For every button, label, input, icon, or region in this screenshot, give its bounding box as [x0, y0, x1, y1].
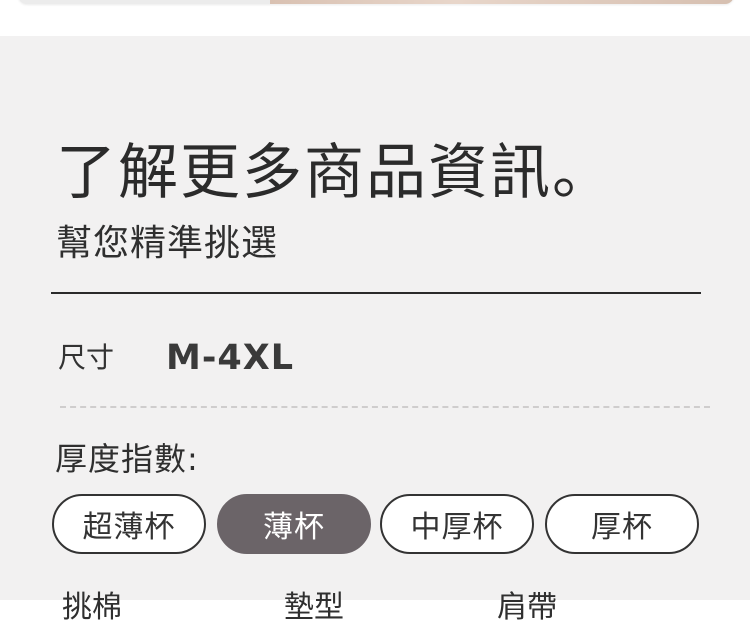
page-title: 了解更多商品資訊。 [56, 138, 614, 208]
size-value: M-4XL [166, 338, 294, 378]
product-photo [270, 0, 734, 4]
size-label: 尺寸 [58, 341, 115, 374]
dashed-divider [60, 406, 710, 408]
next-section-item: 挑棉 [62, 590, 122, 625]
section-divider [51, 292, 701, 294]
page-subtitle: 幫您精準挑選 [56, 223, 279, 264]
next-section-item: 墊型 [284, 590, 344, 625]
thickness-option-thick[interactable]: 厚杯 [545, 494, 699, 554]
thickness-option-thin[interactable]: 薄杯 [217, 494, 371, 554]
top-strip [0, 0, 750, 22]
thickness-option-medium[interactable]: 中厚杯 [380, 494, 534, 554]
previous-product-image-card [18, 0, 734, 4]
thickness-option-ultra-thin[interactable]: 超薄杯 [52, 494, 206, 554]
next-section-item: 肩帶 [497, 590, 557, 625]
thickness-label: 厚度指數: [55, 440, 199, 478]
